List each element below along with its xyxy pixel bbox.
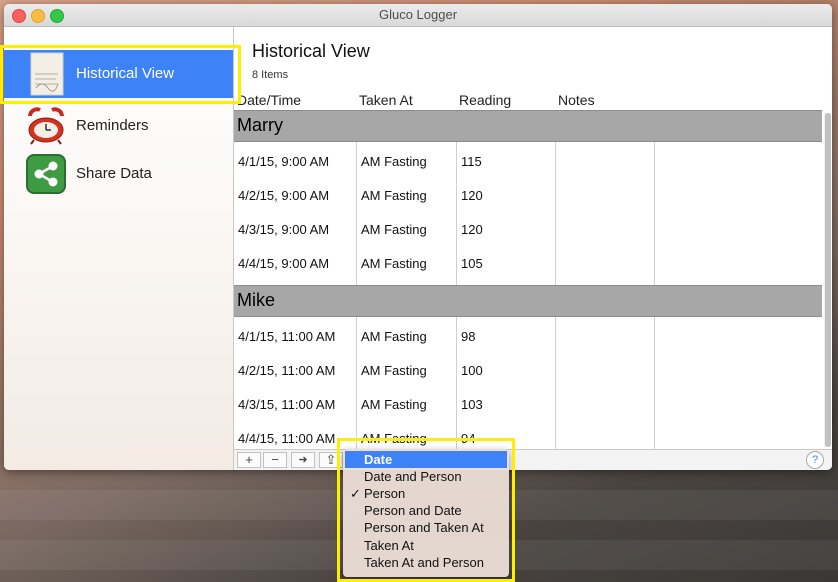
datetime-cell: 4/3/15, 11:00 AM: [238, 397, 336, 412]
taken-at-cell: AM Fasting: [361, 397, 427, 412]
taken-at-cell: AM Fasting: [361, 154, 427, 169]
remove-button[interactable]: −: [263, 452, 287, 468]
table-row[interactable]: 4/1/15, 9:00 AM AM Fasting 115: [234, 144, 822, 178]
reading-cell: 115: [461, 154, 482, 169]
highlight-box-sidebar: [0, 45, 241, 104]
taken-at-cell: AM Fasting: [361, 188, 427, 203]
go-arrow-button[interactable]: ➜: [291, 452, 315, 468]
vertical-scrollbar[interactable]: [824, 113, 831, 447]
table-row[interactable]: 4/4/15, 9:00 AM AM Fasting 105: [234, 246, 822, 280]
scroll-thumb[interactable]: [825, 113, 831, 447]
sidebar-item-label: Share Data: [76, 165, 152, 182]
reading-cell: 105: [461, 256, 483, 271]
bottom-toolbar: + − ➜ ⇪ ?: [234, 449, 832, 470]
column-header-reading[interactable]: Reading: [459, 92, 511, 108]
highlight-box-menu: [337, 438, 515, 582]
table-row[interactable]: 4/2/15, 11:00 AM AM Fasting 100: [234, 353, 822, 387]
table-row[interactable]: 4/3/15, 11:00 AM AM Fasting 103: [234, 387, 822, 421]
reading-cell: 103: [461, 397, 483, 412]
share-icon: [26, 154, 66, 194]
table-row[interactable]: 4/3/15, 9:00 AM AM Fasting 120: [234, 212, 822, 246]
group-name: Marry: [237, 115, 283, 135]
datetime-cell: 4/1/15, 11:00 AM: [238, 329, 336, 344]
group-header-row[interactable]: Mike: [234, 285, 822, 317]
taken-at-cell: AM Fasting: [361, 363, 427, 378]
title-bar: Gluco Logger: [4, 4, 832, 27]
window-title: Gluco Logger: [378, 7, 458, 22]
reading-cell: 98: [461, 329, 476, 344]
datetime-cell: 4/2/15, 9:00 AM: [238, 188, 330, 203]
reading-cell: 120: [461, 222, 483, 237]
help-button[interactable]: ?: [806, 451, 824, 469]
sidebar-item-share-data[interactable]: Share Data: [4, 150, 233, 198]
column-header-taken-at[interactable]: Taken At: [359, 92, 413, 108]
datetime-cell: 4/4/15, 9:00 AM: [238, 256, 330, 271]
main-panel: Historical View 8 Items Date/Time Taken …: [234, 27, 832, 470]
group-name: Mike: [237, 290, 276, 310]
alarm-clock-icon: [28, 107, 64, 145]
taken-at-cell: AM Fasting: [361, 256, 427, 271]
column-header-datetime[interactable]: Date/Time: [237, 92, 301, 108]
page-title: Historical View: [252, 41, 370, 61]
datetime-cell: 4/2/15, 11:00 AM: [238, 363, 336, 378]
taken-at-cell: AM Fasting: [361, 222, 427, 237]
group-header-row[interactable]: Marry: [234, 110, 822, 142]
table-row[interactable]: 4/1/15, 11:00 AM AM Fasting 98: [234, 319, 822, 353]
datetime-cell: 4/1/15, 9:00 AM: [238, 154, 330, 169]
add-button[interactable]: +: [237, 452, 261, 468]
datetime-cell: 4/3/15, 9:00 AM: [238, 222, 330, 237]
datetime-cell: 4/4/15, 11:00 AM: [238, 431, 336, 446]
readings-table: Marry 4/1/15, 9:00 AM AM Fasting 115 4/2…: [234, 110, 822, 453]
reading-cell: 100: [461, 363, 483, 378]
taken-at-cell: AM Fasting: [361, 329, 427, 344]
table-row[interactable]: 4/2/15, 9:00 AM AM Fasting 120: [234, 178, 822, 212]
sidebar-item-reminders[interactable]: Reminders: [4, 102, 233, 150]
reading-cell: 120: [461, 188, 483, 203]
sidebar-item-label: Reminders: [76, 117, 149, 134]
column-header-notes[interactable]: Notes: [558, 92, 595, 108]
item-count: 8 Items: [252, 69, 289, 81]
